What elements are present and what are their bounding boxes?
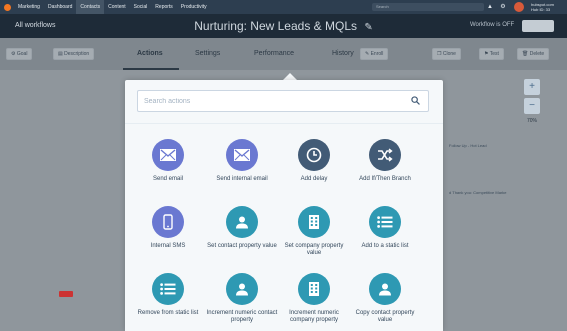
tab-performance[interactable]: Performance xyxy=(254,50,294,57)
workflow-toolbar: ⚙ Goal ▤ Description Actions Settings Pe… xyxy=(0,38,567,70)
person-icon xyxy=(226,273,258,305)
portal-hub-id: Hub ID: 33 xyxy=(531,7,551,12)
workflow-status: Workflow is OFF xyxy=(470,22,515,28)
enroll-button[interactable]: ✎ Enroll xyxy=(360,48,389,60)
workflow-toggle[interactable] xyxy=(522,20,554,32)
action-tile[interactable]: Increment numeric contact property xyxy=(206,273,278,324)
action-tile[interactable]: Add If/Then Branch xyxy=(349,139,421,183)
zoom-level: 70% xyxy=(526,118,537,124)
global-search-input[interactable]: Search xyxy=(372,3,484,11)
action-tile[interactable]: Increment numeric company property xyxy=(278,273,350,324)
workflow-title: Nurturing: New Leads & MQLs xyxy=(194,19,357,33)
workflow-step-text: Follow Up - Hot Lead xyxy=(449,143,487,148)
person-icon xyxy=(226,206,258,238)
action-label: Increment numeric contact property xyxy=(206,310,278,323)
test-button[interactable]: ⚑ Test xyxy=(479,48,504,60)
tab-history[interactable]: History xyxy=(332,50,354,57)
hubspot-logo-icon[interactable] xyxy=(4,3,11,11)
nav-productivity[interactable]: Productivity xyxy=(177,0,211,14)
action-label: Remove from static list xyxy=(137,310,199,316)
action-tile[interactable]: Internal SMS xyxy=(132,206,204,250)
building-icon xyxy=(298,273,330,305)
nav-contacts[interactable]: Contacts xyxy=(76,0,105,14)
action-tile[interactable]: Add to a static list xyxy=(349,206,421,250)
nav-social[interactable]: Social xyxy=(130,0,152,14)
action-tile[interactable]: Remove from static list xyxy=(132,273,204,317)
portal-info[interactable]: hubspot.com Hub ID: 33 xyxy=(531,2,554,12)
nav-content[interactable]: Content xyxy=(104,0,130,14)
top-nav: Marketing Dashboard Contacts Content Soc… xyxy=(0,0,567,14)
search-input[interactable] xyxy=(138,91,408,111)
phone-icon xyxy=(152,206,184,238)
person-icon xyxy=(369,273,401,305)
nav-marketing[interactable]: Marketing xyxy=(14,0,44,14)
action-label: Set company property value xyxy=(284,243,344,256)
action-label: Set contact property value xyxy=(207,243,277,249)
shuffle-icon xyxy=(369,139,401,171)
action-label: Send internal email xyxy=(216,176,268,182)
action-tile[interactable]: Send internal email xyxy=(206,139,278,183)
goal-button[interactable]: ⚙ Goal xyxy=(6,48,33,60)
action-tile[interactable]: Set company property value xyxy=(278,206,350,257)
zoom-out-button[interactable]: − xyxy=(524,98,540,114)
action-label: Add If/Then Branch xyxy=(359,176,411,182)
delete-label: Delete xyxy=(529,51,545,57)
test-label: Test xyxy=(489,51,499,57)
description-button[interactable]: ▤ Description xyxy=(53,48,95,60)
action-label: Copy contact property value xyxy=(355,310,415,323)
status-badge xyxy=(59,291,73,297)
description-label: Description xyxy=(64,51,90,57)
divider xyxy=(125,123,443,124)
action-label: Add to a static list xyxy=(361,243,409,249)
action-tile[interactable]: Add delay xyxy=(278,139,350,183)
workflow-header: All workflows Nurturing: New Leads & MQL… xyxy=(0,14,567,38)
graduation-cap-icon[interactable]: ▲ xyxy=(486,3,494,11)
action-search xyxy=(137,90,429,112)
action-tile[interactable]: Set contact property value xyxy=(206,206,278,250)
action-label: Increment numeric company property xyxy=(289,310,339,323)
avatar[interactable] xyxy=(514,2,524,12)
workflow-step-text: d Thank you: Competitive Marke xyxy=(449,190,507,195)
actions-popover: Send email Send internal email Add delay Ad… xyxy=(125,80,443,331)
list-icon xyxy=(152,273,184,305)
delete-button[interactable]: 🗑 Delete xyxy=(517,48,550,60)
goal-label: Goal xyxy=(16,51,28,57)
clone-label: Clone xyxy=(442,51,456,57)
action-label: Add delay xyxy=(300,176,328,182)
active-tab-indicator xyxy=(123,68,179,70)
tab-actions[interactable]: Actions xyxy=(137,50,163,57)
envelope-icon xyxy=(152,139,184,171)
action-label: Send email xyxy=(152,176,184,182)
zoom-in-button[interactable]: + xyxy=(524,79,540,95)
search-icon[interactable] xyxy=(411,96,420,105)
enroll-label: Enroll xyxy=(370,51,384,57)
clock-icon xyxy=(298,139,330,171)
clone-button[interactable]: ❐ Clone xyxy=(432,48,461,60)
edit-pencil-icon[interactable]: ✎ xyxy=(364,22,372,33)
action-tile[interactable]: Send email xyxy=(132,139,204,183)
building-icon xyxy=(298,206,330,238)
action-tile[interactable]: Copy contact property value xyxy=(349,273,421,324)
action-label: Internal SMS xyxy=(150,243,186,249)
list-icon xyxy=(369,206,401,238)
settings-icon[interactable]: ⚙ xyxy=(499,3,507,11)
nav-dashboard[interactable]: Dashboard xyxy=(44,0,76,14)
nav-reports[interactable]: Reports xyxy=(151,0,177,14)
envelope-icon xyxy=(226,139,258,171)
tab-settings[interactable]: Settings xyxy=(195,50,220,57)
